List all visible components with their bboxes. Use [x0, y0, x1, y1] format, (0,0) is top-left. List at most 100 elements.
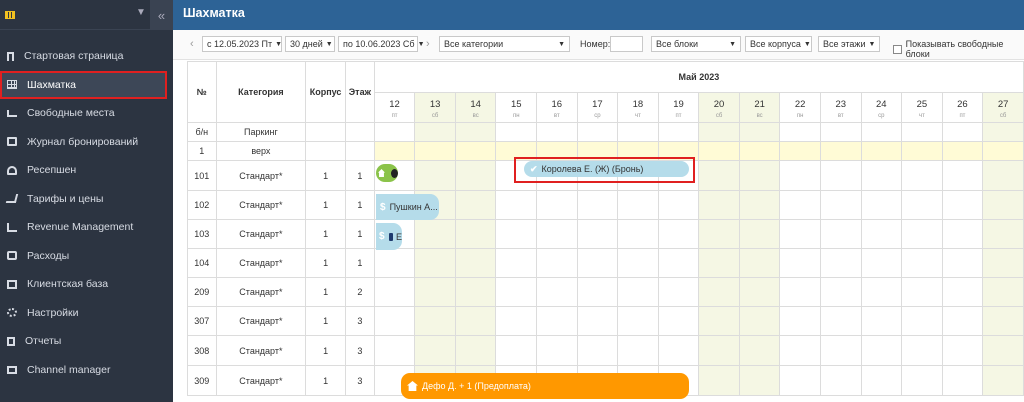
day-cell[interactable] [819, 219, 862, 249]
sidebar-item-10[interactable]: Отчеты [0, 327, 173, 356]
day-cell[interactable] [536, 122, 578, 142]
day-cell[interactable] [698, 141, 740, 161]
day-cell[interactable] [738, 335, 781, 366]
day-cell[interactable] [982, 160, 1024, 191]
day-cell[interactable] [495, 248, 538, 278]
day-cell[interactable] [576, 306, 619, 336]
day-cell[interactable] [414, 335, 456, 366]
day-cell[interactable] [860, 365, 903, 396]
day-cell[interactable] [738, 160, 781, 191]
sidebar-item-2[interactable]: Свободные места [0, 99, 173, 128]
day-cell[interactable] [901, 306, 943, 336]
sidebar-item-6[interactable]: Revenue Management [0, 213, 173, 242]
day-cell[interactable] [941, 219, 984, 249]
day-cell[interactable] [982, 248, 1024, 278]
day-cell[interactable] [860, 190, 903, 220]
sidebar-item-4[interactable]: Ресепшен [0, 156, 173, 185]
day-cell[interactable] [941, 160, 984, 191]
sidebar-item-3[interactable]: Журнал бронирований [0, 128, 173, 157]
day-cell[interactable] [779, 335, 821, 366]
day-cell[interactable] [901, 219, 943, 249]
day-cell[interactable] [860, 160, 903, 191]
day-cell[interactable] [738, 190, 781, 220]
day-cell[interactable] [373, 277, 416, 307]
day-cell[interactable] [819, 306, 862, 336]
day-cell[interactable] [414, 277, 456, 307]
day-cell[interactable] [779, 160, 821, 191]
day-cell[interactable] [373, 122, 416, 142]
day-cell[interactable] [779, 306, 821, 336]
day-cell[interactable] [657, 248, 700, 278]
day-cell[interactable] [495, 122, 538, 142]
day-cell[interactable] [536, 277, 578, 307]
day-cell[interactable] [576, 335, 619, 366]
day-cell[interactable] [373, 141, 416, 161]
day-cell[interactable] [373, 248, 416, 278]
day-cell[interactable] [495, 277, 538, 307]
day-cell[interactable] [779, 219, 821, 249]
day-cell[interactable] [819, 277, 862, 307]
date-from-select[interactable]: с 12.05.2023 Пт ▼ [202, 36, 282, 52]
day-cell[interactable] [414, 219, 456, 249]
day-cell[interactable] [698, 248, 740, 278]
day-cell[interactable] [738, 122, 781, 142]
show-free-checkbox[interactable]: Показывать свободные блоки [893, 39, 1024, 59]
day-cell[interactable] [454, 277, 497, 307]
day-cell[interactable] [901, 122, 943, 142]
category-select[interactable]: Все категории ▼ [439, 36, 570, 52]
day-cell[interactable] [819, 190, 862, 220]
day-cell[interactable] [738, 141, 781, 161]
day-cell[interactable] [698, 219, 740, 249]
day-cell[interactable] [657, 122, 700, 142]
day-cell[interactable] [901, 277, 943, 307]
day-cell[interactable] [617, 306, 659, 336]
sidebar-item-11[interactable]: Channel manager [0, 356, 173, 385]
day-cell[interactable] [414, 306, 456, 336]
day-cell[interactable] [982, 122, 1024, 142]
day-cell[interactable] [860, 141, 903, 161]
day-cell[interactable] [738, 219, 781, 249]
day-cell[interactable] [819, 365, 862, 396]
day-cell[interactable] [576, 122, 619, 142]
day-cell[interactable] [941, 190, 984, 220]
day-cell[interactable] [779, 141, 821, 161]
day-cell[interactable] [698, 122, 740, 142]
day-cell[interactable] [617, 335, 659, 366]
sidebar-item-0[interactable]: Стартовая страница [0, 42, 173, 71]
day-cell[interactable] [982, 277, 1024, 307]
day-cell[interactable] [982, 219, 1024, 249]
day-cell[interactable] [941, 141, 984, 161]
day-cell[interactable] [454, 122, 497, 142]
number-input[interactable] [610, 36, 643, 52]
day-cell[interactable] [901, 160, 943, 191]
logo-icon[interactable] [5, 10, 15, 19]
day-cell[interactable] [901, 365, 943, 396]
sidebar-item-7[interactable]: Расходы [0, 242, 173, 271]
checkbox-box[interactable] [893, 44, 902, 54]
sidebar-item-8[interactable]: Клиентская база [0, 270, 173, 299]
day-cell[interactable] [982, 190, 1024, 220]
booking-bar-103[interactable]: $ Е [376, 223, 402, 250]
next-period-icon[interactable]: › [426, 38, 430, 50]
day-cell[interactable] [698, 160, 740, 191]
day-cell[interactable] [941, 248, 984, 278]
day-cell[interactable] [576, 248, 619, 278]
blocks-select[interactable]: Все блоки ▼ [651, 36, 741, 52]
day-cell[interactable] [495, 219, 538, 249]
day-cell[interactable] [941, 306, 984, 336]
day-cell[interactable] [941, 277, 984, 307]
day-cell[interactable] [982, 141, 1024, 161]
day-cell[interactable] [738, 306, 781, 336]
day-cell[interactable] [982, 335, 1024, 366]
day-cell[interactable] [860, 335, 903, 366]
day-cell[interactable] [860, 122, 903, 142]
day-cell[interactable] [738, 248, 781, 278]
day-cell[interactable] [860, 306, 903, 336]
day-cell[interactable] [657, 335, 700, 366]
period-select[interactable]: 30 дней ▼ [285, 36, 335, 52]
day-cell[interactable] [576, 219, 619, 249]
day-cell[interactable] [617, 219, 659, 249]
day-cell[interactable] [860, 277, 903, 307]
day-cell[interactable] [536, 335, 578, 366]
prev-period-icon[interactable]: ‹ [190, 38, 194, 50]
